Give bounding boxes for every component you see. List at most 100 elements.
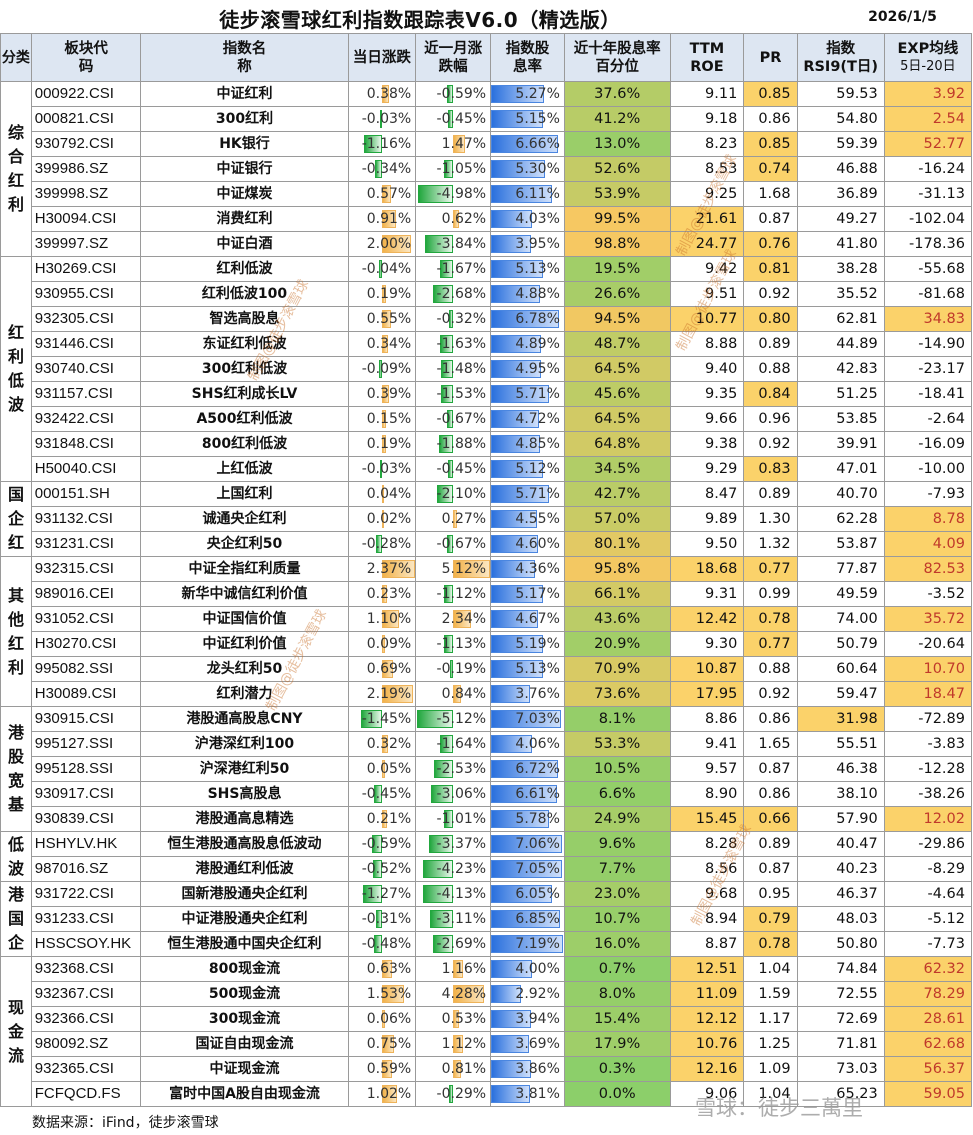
index-name: 富时中国A股自由现金流	[140, 1081, 349, 1107]
cell-value: -0.45%	[361, 786, 412, 802]
exp-cell: -16.09	[883, 431, 973, 457]
pctile-cell: 6.6%	[563, 781, 671, 807]
yield-cell: 5.19%	[490, 631, 565, 657]
index-name: 中证煤炭	[140, 181, 349, 207]
pr-cell: 0.92	[743, 281, 798, 307]
pr-cell: 0.80	[743, 306, 798, 332]
cell-value: 6.61%	[515, 786, 560, 802]
exp-cell: -23.17	[883, 356, 973, 382]
cell-value: 0.69%	[366, 661, 412, 677]
cell-value: 2.34%	[441, 611, 487, 627]
sheet-title: 徒步滚雪球红利指数跟踪表V6.0（精选版）	[219, 8, 621, 32]
cell-value: 0.09%	[366, 636, 412, 652]
index-code: 000821.CSI	[30, 106, 142, 132]
yield-cell: 5.71%	[490, 381, 565, 407]
rsi-cell: 57.90	[796, 806, 885, 832]
month-change-cell: -0.67%	[415, 406, 492, 432]
daily-change-cell: 0.34%	[347, 331, 417, 357]
index-code: 930839.CSI	[30, 806, 142, 832]
pctile-cell: 64.5%	[563, 356, 671, 382]
pr-cell: 1.17	[743, 1006, 798, 1032]
pr-cell: 0.87	[743, 756, 798, 782]
cell-value: -0.34%	[361, 161, 412, 177]
index-code: 399997.SZ	[30, 231, 142, 257]
yield-cell: 6.85%	[490, 906, 565, 932]
yield-cell: 5.27%	[490, 81, 565, 107]
table-row: H50040.CSI 上红低波 -0.03% -0.45% 5.12% 34.5% 9.29…	[1, 456, 973, 482]
cell-value: 1.10%	[366, 611, 412, 627]
yield-cell: 4.36%	[490, 556, 565, 582]
pctile-cell: 15.4%	[563, 1006, 671, 1032]
month-change-cell: 0.62%	[415, 206, 492, 232]
cell-value: 5.15%	[515, 111, 560, 127]
cell-value: 5.71%	[515, 486, 560, 502]
month-change-cell: -0.45%	[415, 456, 492, 482]
cell-value: 0.63%	[366, 961, 412, 977]
table-row: 低波 HSHYLV.HK 恒生港股通高股息低波动 -0.59% -3.37% 7.06% 9…	[0, 831, 973, 882]
index-code: H30089.CSI	[30, 681, 142, 707]
pctile-cell: 95.8%	[563, 556, 671, 582]
daily-change-cell: 1.53%	[347, 981, 417, 1007]
cell-value: -3.84%	[436, 236, 487, 252]
daily-change-cell: -1.27%	[347, 881, 417, 907]
yield-cell: 3.95%	[490, 231, 565, 257]
table-row: 931848.CSI 800红利低波 0.19% -1.88% 4.85% 64.8% 9.…	[1, 431, 973, 457]
cell-value: 6.85%	[515, 911, 560, 927]
rsi-cell: 49.27	[796, 206, 885, 232]
cell-value: -1.64%	[436, 736, 487, 752]
cell-value: 4.28%	[441, 986, 487, 1002]
index-code: 932367.CSI	[30, 981, 142, 1007]
cell-value: 5.13%	[515, 261, 560, 277]
exp-cell: -178.36	[883, 231, 973, 257]
exp-cell: -29.86	[883, 831, 973, 857]
month-change-cell: -4.98%	[415, 181, 492, 207]
rsi-cell: 47.01	[796, 456, 885, 482]
month-change-cell: -3.37%	[415, 831, 492, 857]
index-code: 930740.CSI	[30, 356, 142, 382]
index-code: H30094.CSI	[30, 206, 142, 232]
exp-cell: 3.92	[883, 81, 973, 107]
index-name: 港股通高息精选	[140, 806, 349, 832]
cell-value: 0.27%	[441, 511, 487, 527]
pr-cell: 1.04	[743, 956, 798, 982]
pctile-cell: 53.3%	[563, 731, 671, 757]
cell-value: -1.45%	[361, 711, 412, 727]
rsi-cell: 40.70	[796, 481, 885, 507]
month-change-cell: -2.10%	[415, 481, 492, 507]
cell-value: -0.03%	[361, 461, 412, 477]
roe-cell: 8.86	[669, 706, 745, 732]
index-code: 930955.CSI	[30, 281, 142, 307]
daily-change-cell: -0.09%	[347, 356, 417, 382]
daily-change-cell: 0.63%	[347, 956, 417, 982]
roe-cell: 9.29	[669, 456, 745, 482]
roe-cell: 9.11	[669, 81, 745, 107]
table-row: 000821.CSI 300红利 -0.03% -0.45% 5.15% 41.2% 9.1…	[1, 106, 973, 132]
cell-value: 0.15%	[366, 411, 412, 427]
index-name: 东证红利低波	[140, 331, 349, 357]
index-name: 500现金流	[140, 981, 349, 1007]
daily-change-cell: 0.55%	[347, 306, 417, 332]
yield-cell: 5.17%	[490, 581, 565, 607]
index-code: 930917.CSI	[30, 781, 142, 807]
pr-cell: 0.76	[743, 231, 798, 257]
pr-cell: 0.95	[743, 881, 798, 907]
month-change-cell: -2.53%	[415, 756, 492, 782]
daily-change-cell: 2.37%	[347, 556, 417, 582]
table-row: 931052.CSI 中证国信价值 1.10% 2.34% 4.67% 43.6% 12.4…	[1, 606, 973, 632]
roe-cell: 8.87	[669, 931, 745, 957]
month-change-cell: 1.12%	[415, 1031, 492, 1057]
daily-change-cell: -0.48%	[347, 931, 417, 957]
index-code: 931848.CSI	[30, 431, 142, 457]
table-row: 港股宽基 930915.CSI 港股通高股息CNY -1.45% -5.12% 7.03%…	[0, 706, 973, 832]
roe-cell: 18.68	[669, 556, 745, 582]
index-name: 上国红利	[140, 481, 349, 507]
table-row: 987016.SZ 港股通红利低波 -0.52% -4.23% 7.05% 7.7% 8.5…	[1, 856, 973, 882]
index-name: 消费红利	[140, 206, 349, 232]
month-change-cell: -2.68%	[415, 281, 492, 307]
table-row: 931132.CSI 诚通央企红利 0.02% 0.27% 4.55% 57.0% 9.89…	[1, 506, 973, 532]
rsi-cell: 39.91	[796, 431, 885, 457]
roe-cell: 10.87	[669, 656, 745, 682]
pctile-cell: 26.6%	[563, 281, 671, 307]
daily-change-cell: -0.45%	[347, 781, 417, 807]
index-name: SHS红利成长LV	[140, 381, 349, 407]
